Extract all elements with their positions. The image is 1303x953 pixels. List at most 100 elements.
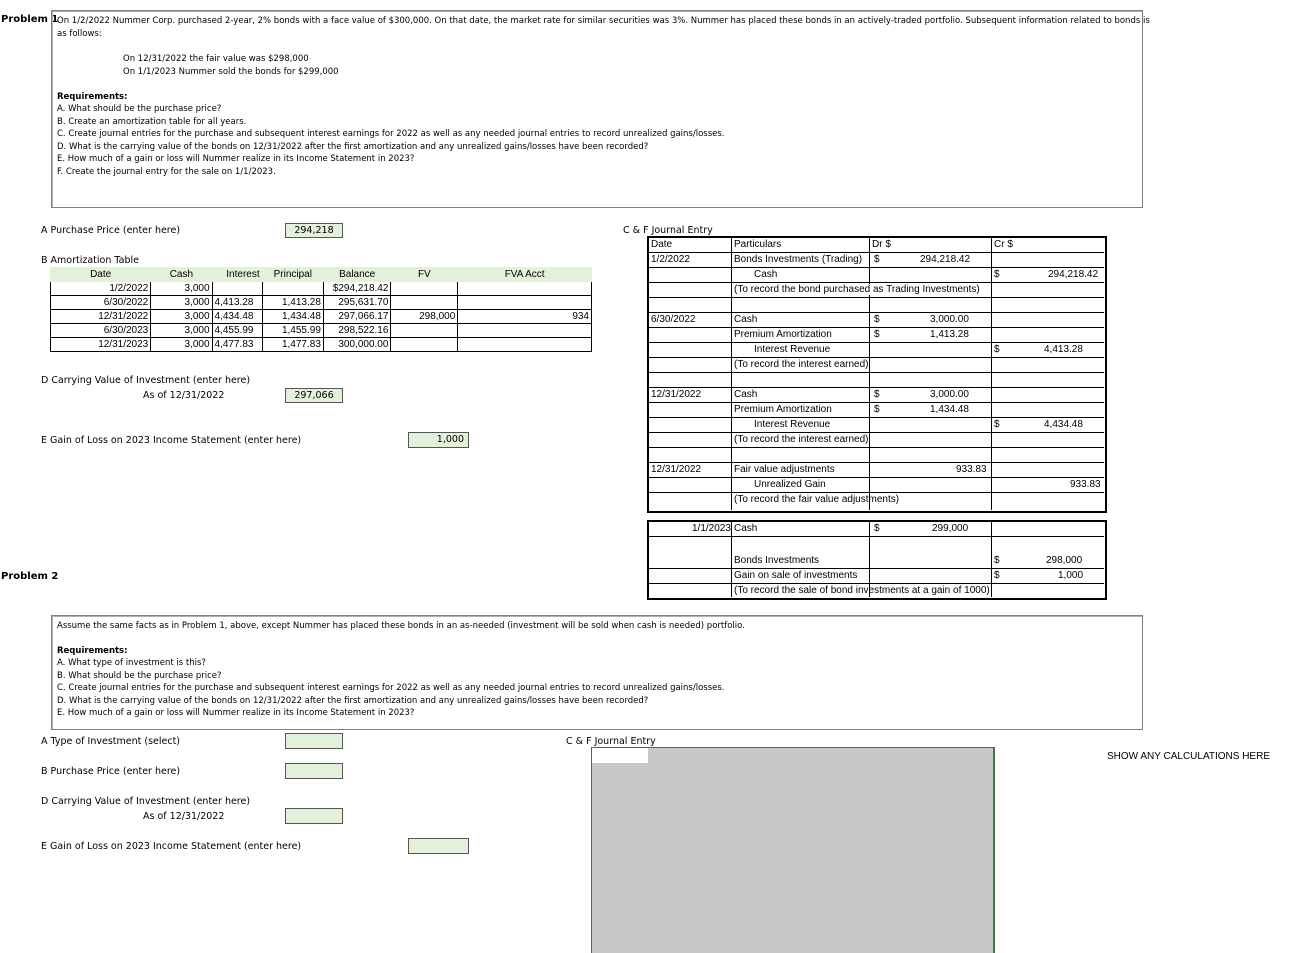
entry1-credit-amount[interactable]: 294,218.42	[1048, 269, 1098, 280]
entry2-debit-amount[interactable]: 3,000.00	[930, 314, 969, 325]
col-cash-header: Cash	[150, 267, 213, 282]
entry3-debit2-amount[interactable]: 1,434.48	[930, 404, 969, 415]
cell-date[interactable]: 12/31/2023	[49, 337, 152, 352]
entry4-date[interactable]: 12/31/2022	[651, 464, 701, 475]
amortization-table-label: B Amortization Table	[41, 255, 139, 266]
entry2-credit-amount[interactable]: 4,413.28	[1044, 344, 1083, 355]
journal-header-date: Date	[651, 239, 673, 250]
entry3-debit-amount[interactable]: 3,000.00	[930, 389, 969, 400]
cell-principal[interactable]: 1,434.48	[261, 309, 324, 324]
cell-cash[interactable]: 3,000	[150, 337, 213, 352]
cell-balance[interactable]: $294,218.42	[322, 281, 392, 296]
entry2-date[interactable]: 6/30/2022	[651, 314, 696, 325]
entry3-credit-account[interactable]: Interest Revenue	[754, 419, 830, 430]
purchase-price-input[interactable]: 294,218	[285, 223, 343, 238]
entry5-credit-amount[interactable]: 298,000	[1046, 555, 1082, 566]
entry3-date[interactable]: 12/31/2022	[651, 389, 701, 400]
cell-cash[interactable]: 3,000	[150, 323, 213, 338]
entry5-credit2-amount[interactable]: 1,000	[1058, 570, 1083, 581]
cell-interest[interactable]: 4,434.48	[211, 309, 263, 324]
entry5-debit-account[interactable]: Cash	[734, 523, 757, 534]
cell-fv[interactable]	[390, 323, 459, 338]
cell-interest[interactable]: 4,455.99	[211, 323, 263, 338]
entry3-credit-currency: $	[994, 419, 1000, 430]
cell-date[interactable]: 12/31/2022	[49, 309, 152, 324]
p2-carrying-value-input[interactable]	[285, 808, 343, 824]
p2-journal-active-cell[interactable]	[592, 748, 648, 763]
fact-sale: On 1/1/2023 Nummer sold the bonds for $2…	[123, 67, 339, 77]
cell-principal[interactable]: 1,477.83	[261, 337, 324, 352]
entry5-credit2-account[interactable]: Gain on sale of investments	[734, 570, 857, 581]
requirement-d: D. What is the carrying value of the bon…	[57, 142, 649, 152]
p2-gain-loss-input[interactable]	[408, 838, 469, 854]
cell-fv[interactable]	[390, 337, 459, 352]
entry3-credit-amount[interactable]: 4,434.48	[1044, 419, 1083, 430]
cell-fva[interactable]	[457, 323, 592, 338]
requirement-f: F. Create the journal entry for the sale…	[57, 167, 276, 177]
entry3-debit-account[interactable]: Cash	[734, 389, 757, 400]
investment-type-select[interactable]	[285, 733, 343, 749]
entry3-debit2-currency: $	[874, 404, 880, 415]
requirement-c: C. Create journal entries for the purcha…	[57, 129, 725, 139]
cell-cash[interactable]: 3,000	[150, 309, 213, 324]
gain-loss-value: 1,000	[436, 434, 464, 445]
entry3-debit2-account[interactable]: Premium Amortization	[734, 404, 832, 415]
entry2-debit-account[interactable]: Cash	[734, 314, 757, 325]
cell-principal[interactable]: 1,413.28	[261, 295, 324, 310]
col-date-header: Date	[49, 267, 152, 282]
table-row: 6/30/2023 3,000 4,455.99 1,455.99 298,52…	[49, 323, 592, 338]
cell-balance[interactable]: 295,631.70	[322, 295, 392, 310]
cell-principal[interactable]: 1,455.99	[261, 323, 324, 338]
cell-balance[interactable]: 297,066.17	[322, 309, 392, 324]
cell-interest[interactable]: 4,413.28	[211, 295, 263, 310]
cell-fva[interactable]	[457, 281, 592, 296]
purchase-price-label: A Purchase Price (enter here)	[41, 225, 181, 236]
entry1-credit-account[interactable]: Cash	[754, 269, 777, 280]
carrying-value-input[interactable]: 297,066	[285, 388, 343, 403]
cell-fv[interactable]: 298,000	[390, 309, 459, 324]
gain-loss-input[interactable]: 1,000	[408, 432, 469, 448]
cell-fv[interactable]	[390, 295, 459, 310]
entry4-debit-amount[interactable]: 933.83	[956, 464, 987, 475]
p2-gain-loss-label: E Gain of Loss on 2023 Income Statement …	[41, 841, 302, 852]
cell-balance[interactable]: 300,000.00	[322, 337, 392, 352]
cell-fv[interactable]	[390, 281, 459, 296]
cell-cash[interactable]: 3,000	[150, 295, 213, 310]
entry5-note: (To record the sale of bond investments …	[734, 585, 990, 596]
p2-journal-entry-area[interactable]	[591, 747, 995, 953]
cell-date[interactable]: 1/2/2022	[49, 281, 152, 296]
entry2-debit2-amount[interactable]: 1,413.28	[930, 329, 969, 340]
entry4-credit-account[interactable]: Unrealized Gain	[754, 479, 826, 490]
problem1-label: Problem 1	[1, 14, 59, 25]
requirement-b: B. Create an amortization table for all …	[57, 117, 247, 127]
requirement-d: D. What is the carrying value of the bon…	[57, 696, 649, 706]
table-row: 1/2/2022 3,000 $294,218.42	[49, 281, 592, 296]
entry2-credit-account[interactable]: Interest Revenue	[754, 344, 830, 355]
entry1-debit-account[interactable]: Bonds Investments (Trading)	[734, 254, 862, 265]
entry5-debit-amount[interactable]: 299,000	[932, 523, 968, 534]
entry1-note: (To record the bond purchased as Trading…	[734, 284, 980, 295]
cell-cash[interactable]: 3,000	[150, 281, 213, 296]
requirement-e: E. How much of a gain or loss will Numme…	[57, 708, 415, 718]
entry1-date[interactable]: 1/2/2022	[651, 254, 690, 265]
entry2-debit2-account[interactable]: Premium Amortization	[734, 329, 832, 340]
cell-principal[interactable]	[261, 281, 324, 296]
cell-interest[interactable]: 4,477.83	[211, 337, 263, 352]
cell-interest[interactable]	[211, 281, 263, 296]
entry4-credit-amount[interactable]: 933.83	[1070, 479, 1101, 490]
cell-fva[interactable]: 934	[457, 309, 592, 324]
entry5-date[interactable]: 1/1/2023	[692, 523, 731, 534]
problem2-intro: Assume the same facts as in Problem 1, a…	[57, 621, 745, 631]
entry1-debit-amount[interactable]: 294,218.42	[920, 254, 970, 265]
problem1-intro-cont: as follows:	[57, 29, 102, 39]
cell-fva[interactable]	[457, 337, 592, 352]
cell-fva[interactable]	[457, 295, 592, 310]
cell-date[interactable]: 6/30/2022	[49, 295, 152, 310]
entry5-credit-account[interactable]: Bonds Investments	[734, 555, 819, 566]
entry4-debit-account[interactable]: Fair value adjustments	[734, 464, 835, 475]
cell-balance[interactable]: 298,522.16	[322, 323, 392, 338]
entry5-debit-currency: $	[874, 523, 880, 534]
cell-date[interactable]: 6/30/2023	[49, 323, 152, 338]
p2-purchase-price-label: B Purchase Price (enter here)	[41, 766, 181, 777]
p2-purchase-price-input[interactable]	[285, 763, 343, 779]
